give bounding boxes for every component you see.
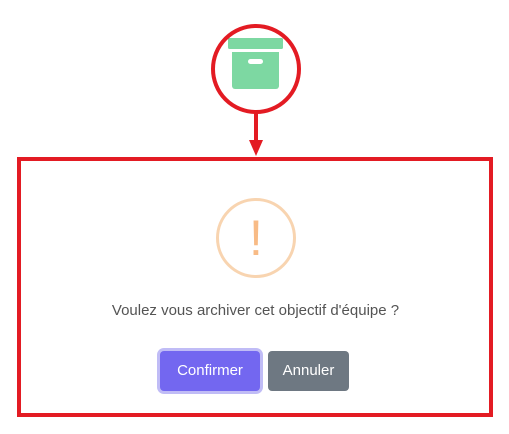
cancel-button[interactable]: Annuler (268, 351, 349, 391)
page: ! Voulez vous archiver cet objectif d'éq… (0, 0, 509, 434)
confirm-button[interactable]: Confirmer (160, 351, 260, 391)
dialog-message: Voulez vous archiver cet objectif d'équi… (111, 302, 400, 319)
confirm-dialog: ! Voulez vous archiver cet objectif d'éq… (23, 161, 488, 413)
archive-box-icon (228, 38, 283, 89)
exclamation-circle-icon: ! (216, 198, 296, 278)
annotation-arrow-head (249, 140, 263, 156)
